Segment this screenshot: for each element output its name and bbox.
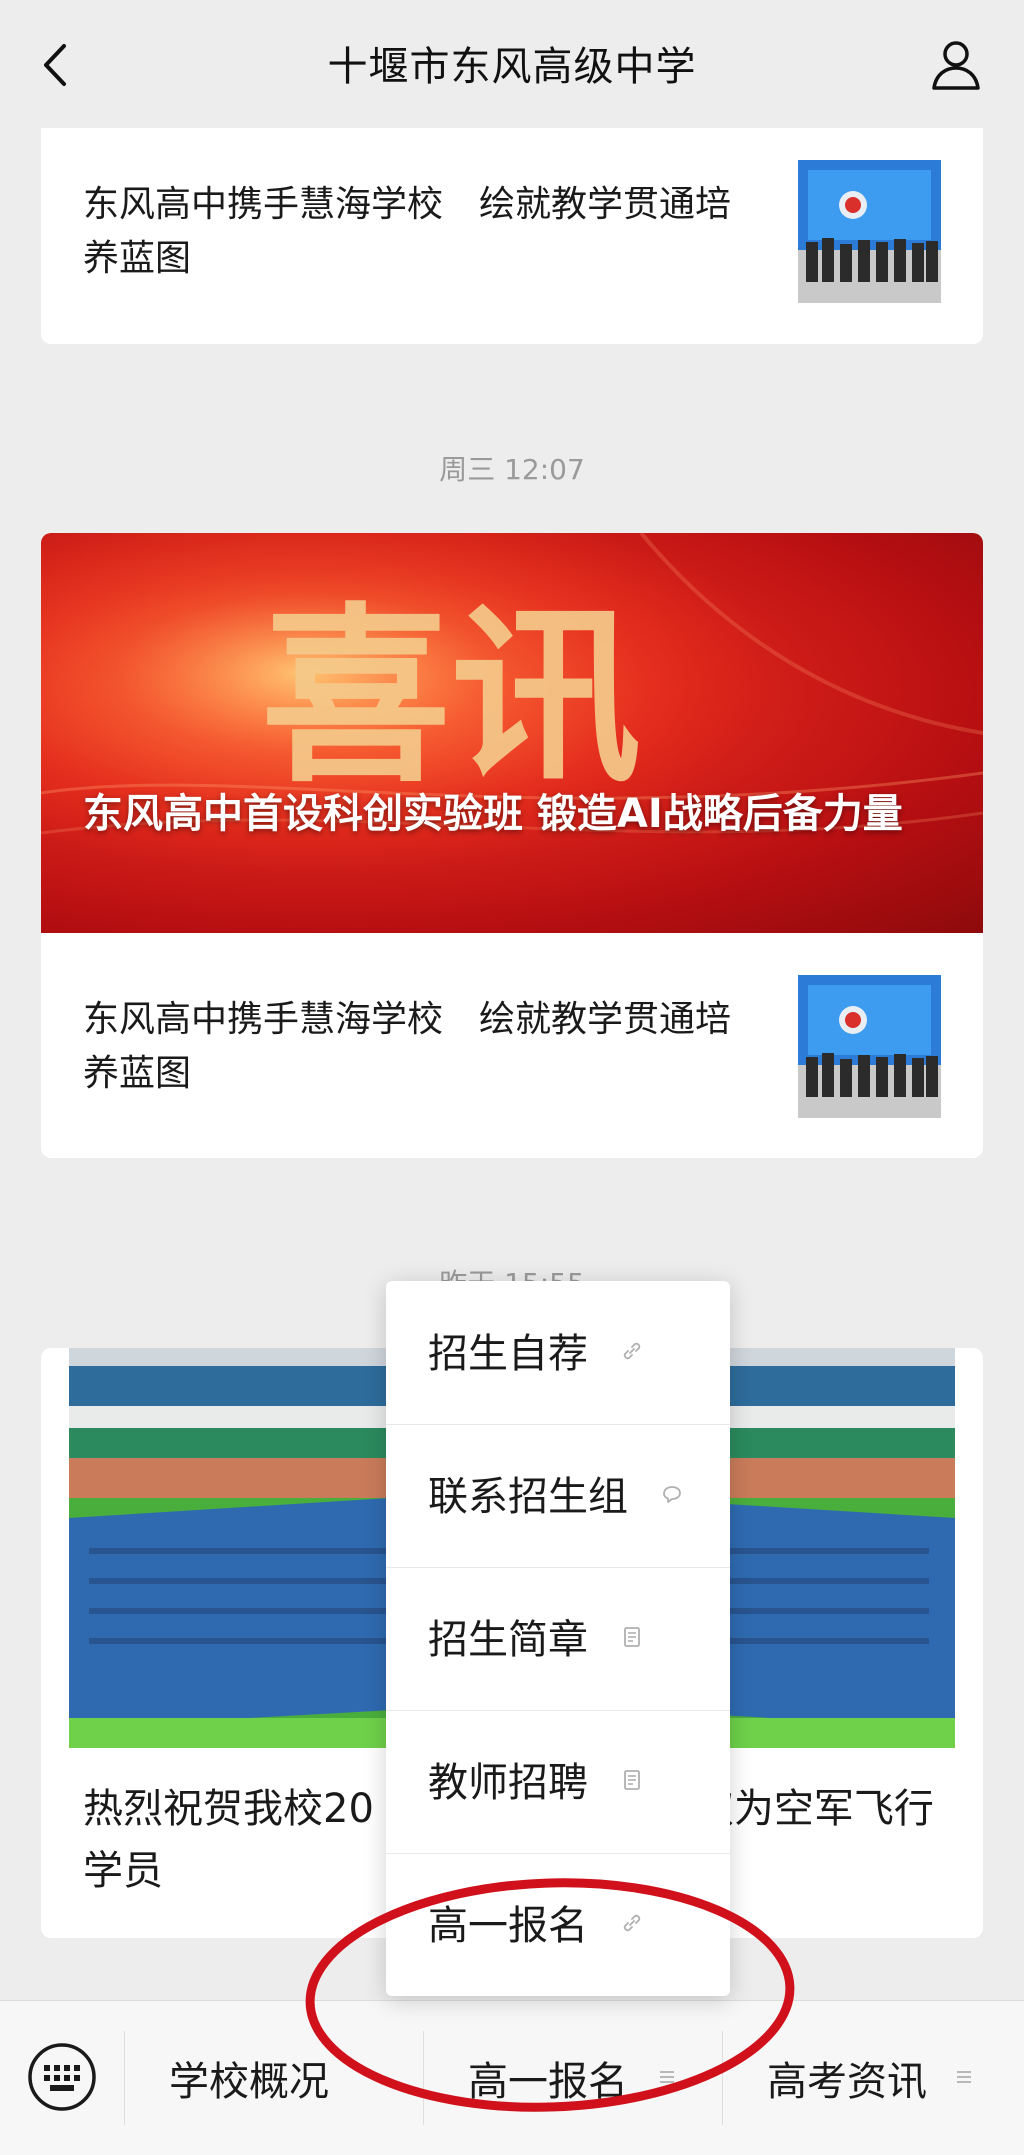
menu-label: 学校概况 <box>169 2059 329 2105</box>
menu-item-grade10-registration[interactable]: 高一报名 <box>386 1853 730 1996</box>
article-icon <box>624 1627 640 1647</box>
menu-item-teacher-recruitment[interactable]: 教师招聘 <box>386 1710 730 1853</box>
menu-item-contact-admissions[interactable]: 联系招生组 <box>386 1424 730 1567</box>
user-icon <box>932 41 980 90</box>
banner-art: 喜讯 <box>41 533 983 933</box>
menu-item-label: 联系招生组 <box>428 1474 628 1520</box>
back-button[interactable] <box>36 40 76 90</box>
keyboard-icon <box>28 2043 96 2111</box>
article-title: 东风高中携手慧海学校 绘就教学贯通培养蓝图 <box>83 184 732 279</box>
menu-lines-icon <box>957 2071 971 2083</box>
menu-item-label: 教师招聘 <box>428 1760 588 1806</box>
banner-title: 东风高中首设科创实验班 锻造AI战略后备力量 <box>83 791 903 837</box>
timestamp: 周三 12:07 <box>439 453 585 486</box>
article-thumbnail <box>798 975 941 1118</box>
link-icon <box>623 1914 641 1932</box>
menu-item-label: 高一报名 <box>428 1903 588 1949</box>
menu-item-admissions-guide[interactable]: 招生简章 <box>386 1567 730 1710</box>
link-icon <box>623 1342 641 1360</box>
menu-item-label: 招生简章 <box>428 1617 588 1663</box>
menu-item-self-recommend[interactable]: 招生自荐 <box>386 1281 730 1424</box>
menu-label: 高一报名 <box>468 2059 628 2105</box>
article-card[interactable]: 东风高中携手慧海学校 绘就教学贯通培养蓝图 <box>41 118 983 344</box>
bottom-menu-bar: 学校概况 高一报名 高考资讯 <box>0 2000 1024 2155</box>
keyboard-toggle-button[interactable] <box>26 2041 98 2113</box>
menu-item-label: 招生自荐 <box>428 1331 588 1377</box>
article-title: 东风高中携手慧海学校 绘就教学贯通培养蓝图 <box>83 999 732 1094</box>
menu-label: 高考资讯 <box>767 2059 927 2105</box>
article-thumbnail <box>798 160 941 303</box>
menu-school-overview[interactable]: 学校概况 <box>125 2001 423 2155</box>
menu-gaokao-news[interactable]: 高考资讯 <box>723 2001 1024 2155</box>
submenu-popup: 招生自荐 联系招生组 招生简章 教师招聘 高一报名 <box>386 1281 730 1996</box>
article-card[interactable]: 喜讯 东风高中首设科创实验班 锻造AI战略后备力量 东风高中携手慧海学校 绘就教… <box>41 533 983 1158</box>
menu-grade10-registration[interactable]: 高一报名 <box>424 2001 722 2155</box>
message-icon <box>663 1486 681 1503</box>
article-icon <box>624 1770 640 1790</box>
page-title: 十堰市东风高级中学 <box>327 44 697 90</box>
menu-lines-icon <box>660 2071 674 2083</box>
article-banner[interactable]: 喜讯 东风高中首设科创实验班 锻造AI战略后备力量 <box>41 533 983 933</box>
svg-text:喜讯: 喜讯 <box>261 585 641 808</box>
profile-button[interactable] <box>928 36 984 92</box>
chevron-left-icon <box>44 44 66 86</box>
top-bar: 十堰市东风高级中学 <box>0 0 1024 128</box>
